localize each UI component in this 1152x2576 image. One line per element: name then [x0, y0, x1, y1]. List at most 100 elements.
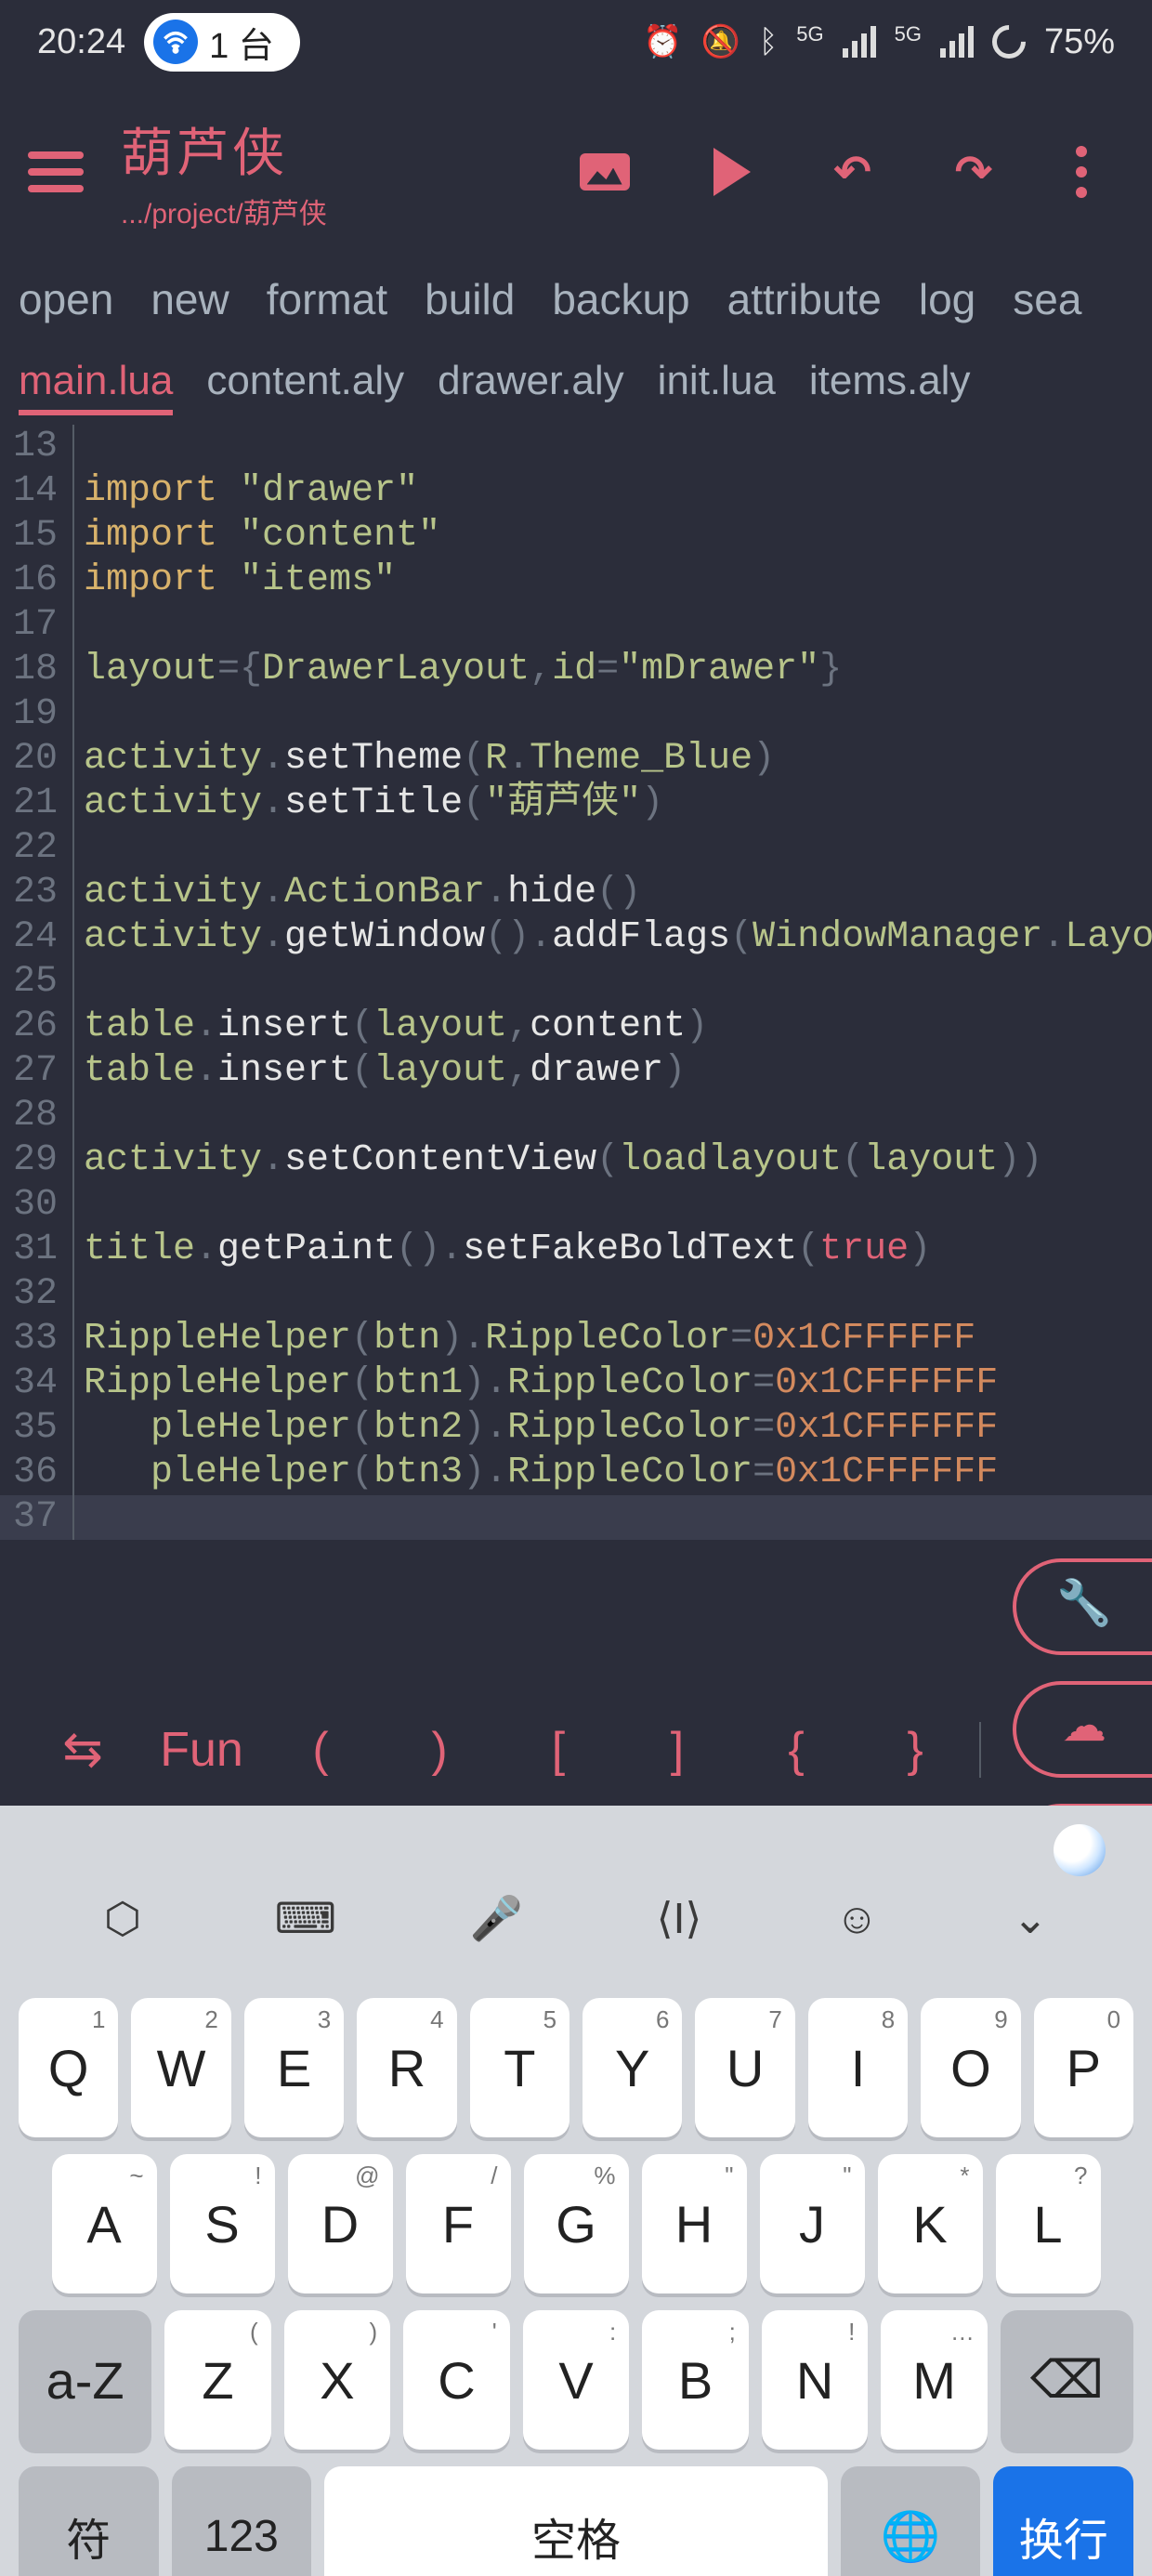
key-s[interactable]: !S	[170, 2154, 275, 2293]
code-content[interactable]	[74, 1094, 84, 1138]
code-line[interactable]: 25	[0, 960, 1152, 1005]
code-content[interactable]: pleHelper(btn3).RippleColor=0x1CFFFFFF	[74, 1451, 998, 1495]
lbrace-key[interactable]: {	[741, 1722, 851, 1778]
code-content[interactable]: table.insert(layout,content)	[74, 1005, 708, 1049]
code-line[interactable]: 34RippleHelper(btn1).RippleColor=0x1CFFF…	[0, 1361, 1152, 1406]
code-line[interactable]: 14import "drawer"	[0, 469, 1152, 514]
code-line[interactable]: 21activity.setTitle("葫芦侠")	[0, 782, 1152, 826]
tab-drawer-aly[interactable]: drawer.aly	[438, 358, 624, 415]
code-content[interactable]	[74, 1183, 84, 1228]
code-content[interactable]	[74, 603, 84, 648]
code-line[interactable]: 31title.getPaint().setFakeBoldText(true)	[0, 1228, 1152, 1272]
code-content[interactable]	[74, 692, 84, 737]
code-content[interactable]	[74, 425, 84, 469]
rparen-key[interactable]: )	[385, 1722, 494, 1778]
key-a[interactable]: ~A	[52, 2154, 157, 2293]
code-line[interactable]: 20activity.setTheme(R.Theme_Blue)	[0, 737, 1152, 782]
key-g[interactable]: %G	[524, 2154, 629, 2293]
key-w[interactable]: 2W	[131, 1998, 230, 2137]
tab-items-aly[interactable]: items.aly	[809, 358, 971, 415]
keyboard-icon[interactable]: ⌨	[275, 1893, 336, 1944]
code-content[interactable]: pleHelper(btn2).RippleColor=0x1CFFFFFF	[74, 1406, 998, 1451]
code-line[interactable]: 36 pleHelper(btn3).RippleColor=0x1CFFFFF…	[0, 1451, 1152, 1495]
key-j[interactable]: "J	[760, 2154, 865, 2293]
code-line[interactable]: 29activity.setContentView(loadlayout(lay…	[0, 1138, 1152, 1183]
code-content[interactable]: title.getPaint().setFakeBoldText(true)	[74, 1228, 931, 1272]
code-line[interactable]: 37	[0, 1495, 1152, 1540]
key-y[interactable]: 6Y	[583, 1998, 682, 2137]
code-line[interactable]: 22	[0, 826, 1152, 871]
menu-log[interactable]: log	[919, 274, 975, 324]
key-e[interactable]: 3E	[244, 1998, 344, 2137]
menu-sea[interactable]: sea	[1013, 274, 1081, 324]
emoji-icon[interactable]: ☺	[835, 1893, 879, 1944]
chevron-down-icon[interactable]: ⌄	[1013, 1893, 1049, 1944]
backspace-key[interactable]: ⌫	[1001, 2310, 1133, 2450]
shift-key[interactable]: a-Z	[19, 2310, 151, 2450]
code-content[interactable]: activity.getWindow().addFlags(WindowMana…	[74, 915, 1152, 960]
mic-icon[interactable]: 🎤	[470, 1893, 523, 1944]
key-o[interactable]: 9O	[921, 1998, 1020, 2137]
code-content[interactable]	[74, 960, 84, 1005]
settings-hex-icon[interactable]: ⬡	[104, 1893, 141, 1944]
code-line[interactable]: 35 pleHelper(btn2).RippleColor=0x1CFFFFF…	[0, 1406, 1152, 1451]
key-p[interactable]: 0P	[1034, 1998, 1133, 2137]
key-t[interactable]: 5T	[470, 1998, 569, 2137]
menu-new[interactable]: new	[151, 274, 229, 324]
globe-key[interactable]: 🌐	[841, 2466, 981, 2576]
enter-key[interactable]: 换行	[993, 2466, 1133, 2576]
keyboard-mascot-icon[interactable]	[1054, 1824, 1106, 1876]
key-u[interactable]: 7U	[695, 1998, 794, 2137]
code-line[interactable]: 17	[0, 603, 1152, 648]
key-k[interactable]: *K	[878, 2154, 983, 2293]
menu-format[interactable]: format	[267, 274, 387, 324]
key-l[interactable]: ?L	[996, 2154, 1101, 2293]
symbols-key[interactable]: 符	[19, 2466, 159, 2576]
code-line[interactable]: 23activity.ActionBar.hide()	[0, 871, 1152, 915]
menu-build[interactable]: build	[425, 274, 515, 324]
image-icon[interactable]	[580, 146, 630, 198]
lbracket-key[interactable]: [	[504, 1722, 613, 1778]
key-x[interactable]: )X	[284, 2310, 391, 2450]
hamburger-icon[interactable]	[28, 151, 84, 192]
key-z[interactable]: (Z	[164, 2310, 271, 2450]
code-content[interactable]: activity.ActionBar.hide()	[74, 871, 641, 915]
code-content[interactable]: import "items"	[74, 559, 396, 603]
code-line[interactable]: 15import "content"	[0, 514, 1152, 559]
code-content[interactable]: activity.setContentView(loadlayout(layou…	[74, 1138, 1042, 1183]
key-d[interactable]: @D	[288, 2154, 393, 2293]
key-c[interactable]: 'C	[403, 2310, 510, 2450]
code-line[interactable]: 28	[0, 1094, 1152, 1138]
key-b[interactable]: ;B	[642, 2310, 749, 2450]
undo-icon[interactable]: ↶	[834, 146, 871, 198]
code-content[interactable]: import "drawer"	[74, 469, 418, 514]
key-r[interactable]: 4R	[357, 1998, 456, 2137]
menu-attribute[interactable]: attribute	[727, 274, 882, 324]
code-line[interactable]: 33RippleHelper(btn).RippleColor=0x1CFFFF…	[0, 1317, 1152, 1361]
rbracket-key[interactable]: ]	[622, 1722, 732, 1778]
code-content[interactable]: RippleHelper(btn1).RippleColor=0x1CFFFFF…	[74, 1361, 998, 1406]
code-line[interactable]: 30	[0, 1183, 1152, 1228]
code-content[interactable]: layout={DrawerLayout,id="mDrawer"}	[74, 648, 842, 692]
code-content[interactable]	[74, 1272, 84, 1317]
overflow-menu-icon[interactable]	[1076, 146, 1087, 198]
key-i[interactable]: 8I	[808, 1998, 908, 2137]
key-h[interactable]: "H	[642, 2154, 747, 2293]
key-f[interactable]: /F	[406, 2154, 511, 2293]
run-icon[interactable]	[713, 146, 751, 198]
lparen-key[interactable]: (	[266, 1722, 375, 1778]
code-content[interactable]	[74, 826, 84, 871]
code-content[interactable]: table.insert(layout,drawer)	[74, 1049, 686, 1094]
code-line[interactable]: 16import "items"	[0, 559, 1152, 603]
numbers-key[interactable]: 123	[172, 2466, 312, 2576]
code-content[interactable]: activity.setTitle("葫芦侠")	[74, 782, 663, 826]
rbrace-key[interactable]: }	[860, 1722, 970, 1778]
code-content[interactable]: RippleHelper(btn).RippleColor=0x1CFFFFFF	[74, 1317, 975, 1361]
code-line[interactable]: 26table.insert(layout,content)	[0, 1005, 1152, 1049]
tab-init-lua[interactable]: init.lua	[658, 358, 776, 415]
key-q[interactable]: 1Q	[19, 1998, 118, 2137]
code-content[interactable]: activity.setTheme(R.Theme_Blue)	[74, 737, 775, 782]
menu-backup[interactable]: backup	[552, 274, 689, 324]
key-v[interactable]: :V	[523, 2310, 630, 2450]
cursor-icon[interactable]: ⟨I⟩	[657, 1893, 702, 1944]
